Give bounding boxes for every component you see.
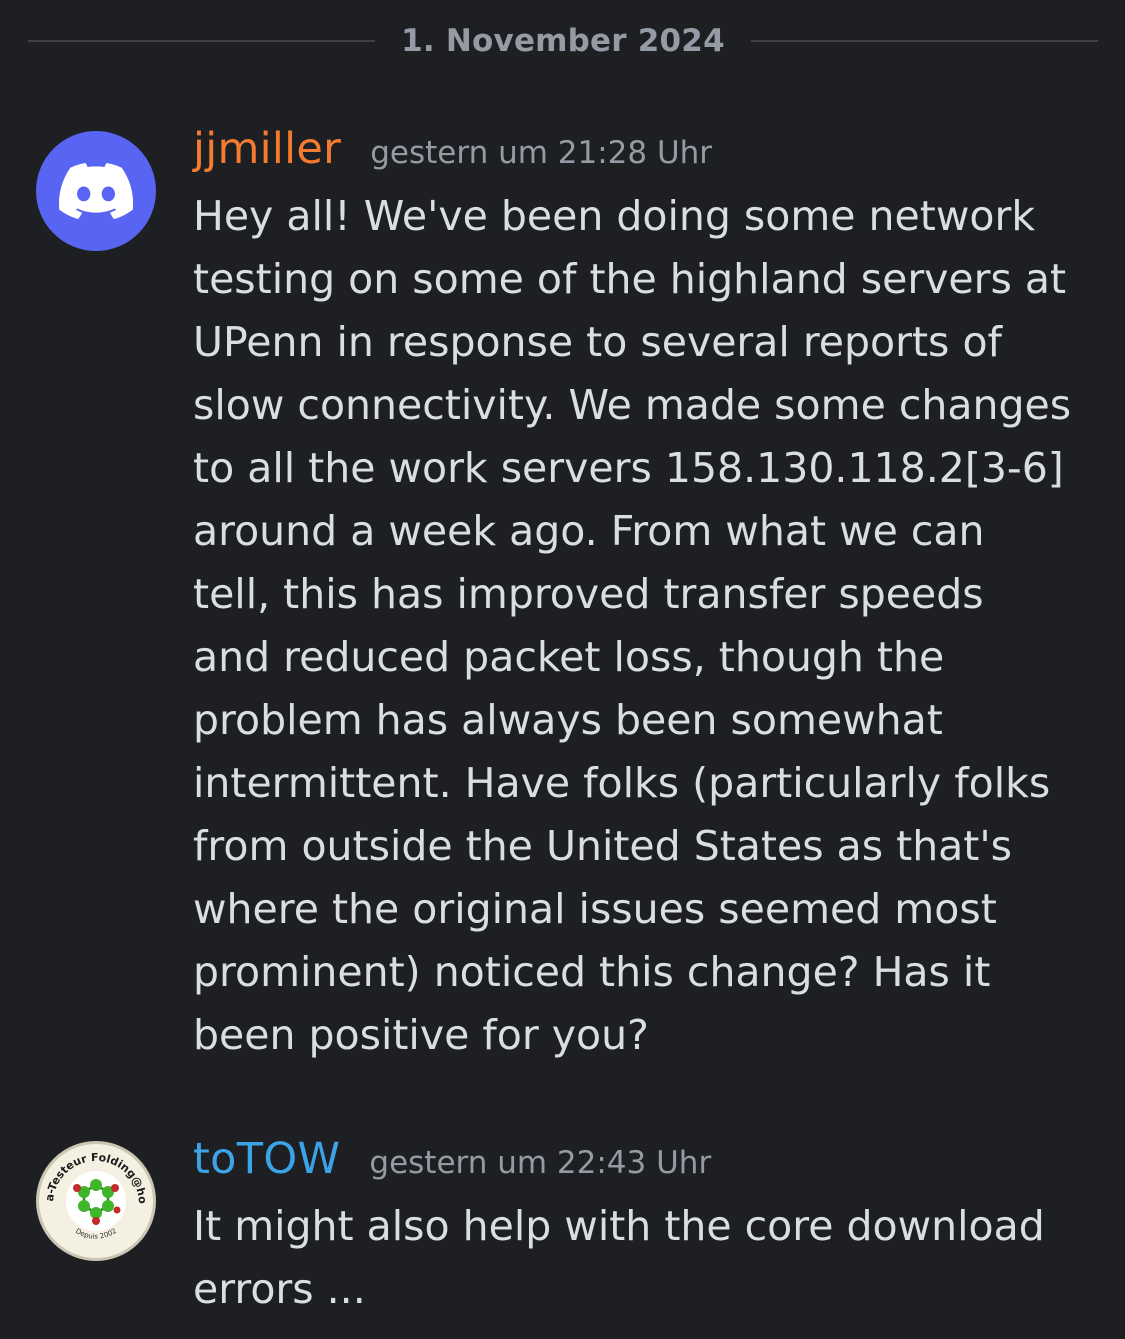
divider-line-right — [750, 40, 1099, 42]
avatar[interactable] — [36, 131, 156, 251]
chat-view: 1. November 2024 jjmiller gestern um 21:… — [0, 0, 1125, 1339]
date-divider-label: 1. November 2024 — [401, 23, 725, 59]
message-text: It might also help with the core downloa… — [193, 1202, 1045, 1313]
message-header: jjmiller gestern um 21:28 Uhr — [193, 124, 712, 174]
folding-at-home-badge-icon: Bêta-Testeur Folding@home Depuis 2002 — [39, 1144, 150, 1255]
username[interactable]: toTOW — [193, 1134, 340, 1184]
message-timestamp: gestern um 22:43 Uhr — [369, 1145, 712, 1181]
discord-logo-icon — [59, 163, 133, 219]
avatar[interactable]: Bêta-Testeur Folding@home Depuis 2002 — [36, 1141, 156, 1261]
message-text: Hey all! We've been doing some network t… — [193, 192, 1072, 1059]
username[interactable]: jjmiller — [193, 124, 341, 174]
divider-line-left — [28, 40, 376, 42]
message-header: toTOW gestern um 22:43 Uhr — [193, 1134, 711, 1184]
message-timestamp: gestern um 21:28 Uhr — [370, 135, 713, 171]
date-divider: 1. November 2024 — [28, 14, 1099, 68]
